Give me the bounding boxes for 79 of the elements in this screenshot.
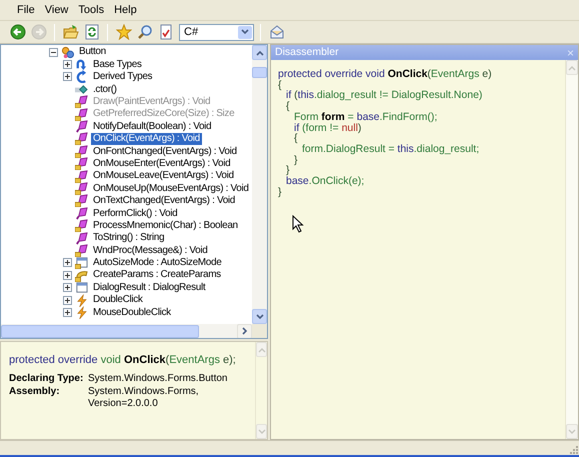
back-icon (10, 24, 26, 40)
vertical-scrollbar[interactable] (252, 45, 267, 324)
language-select[interactable]: C# (179, 24, 254, 40)
collapse-icon[interactable] (49, 48, 58, 57)
tree-item[interactable]: Derived Types (91, 71, 154, 83)
code-line: form.DialogResult = this.dialog_result; (302, 144, 480, 155)
tree-item[interactable]: NotifyDefault(Boolean) : Void (91, 120, 214, 132)
expand-icon[interactable] (63, 308, 72, 317)
tree-item[interactable]: WndProc(Message&) : Void (91, 244, 210, 256)
expand-icon[interactable] (63, 296, 72, 304)
code-line: { (278, 80, 282, 90)
code-line: { (294, 133, 298, 144)
expand-icon[interactable] (63, 258, 72, 268)
menu-item[interactable]: File (12, 2, 40, 18)
code-line: { (286, 101, 290, 112)
tree-item[interactable]: Base Types (91, 58, 144, 70)
tree-item[interactable]: OnMouseLeave(EventArgs) : Void (91, 170, 236, 182)
tree-item[interactable]: Button (77, 46, 108, 58)
chevron-down-icon (256, 314, 264, 320)
code-line: base.OnClick(e); (286, 176, 364, 187)
menu-item[interactable]: Help (109, 2, 142, 18)
chevron-down-icon (258, 428, 266, 434)
star-icon (116, 24, 132, 40)
scroll-right-button[interactable] (237, 324, 252, 338)
menu-item[interactable]: View (40, 2, 74, 18)
code-line: Form form = base.FindForm(); (294, 112, 438, 123)
code-line: } (286, 165, 290, 176)
chevron-up-icon (256, 50, 264, 56)
tree-item[interactable]: .ctor() (91, 84, 119, 96)
chevron-up-icon (568, 64, 576, 70)
field-value: System.Windows.Forms.Button (88, 372, 228, 384)
field-label: Assembly: (9, 386, 61, 398)
tree-item[interactable]: ProcessMnemonic(Char) : Boolean (91, 220, 240, 232)
tree-item[interactable]: OnTextChanged(EventArgs) : Void (91, 195, 238, 207)
tree-item[interactable]: DoubleClick (91, 294, 145, 306)
refresh-icon (84, 24, 100, 40)
tree-item[interactable]: AutoSizeMode : AutoSizeMode (91, 257, 224, 269)
tree-item[interactable]: OnClick(EventArgs) : Void (91, 133, 202, 145)
panel-title: Disassembler (275, 44, 339, 60)
scroll-thumb[interactable] (1, 324, 199, 338)
document-icon (158, 24, 174, 40)
tree-item[interactable]: PerformClick() : Void (91, 208, 180, 220)
expand-icon[interactable] (63, 72, 72, 82)
chevron-right-icon (242, 327, 248, 335)
method-signature: protected override void OnClick(EventArgs e); (9, 353, 237, 368)
code-line: } (278, 186, 282, 198)
tree-item[interactable]: OnFontChanged(EventArgs) : Void (91, 146, 239, 158)
caret-icon (241, 29, 249, 35)
code-line: protected override void OnClick(EventArgs e) (278, 69, 492, 80)
search-icon (136, 24, 152, 40)
menu-item[interactable]: Tools (73, 2, 110, 18)
chevron-down-icon (568, 428, 576, 434)
code-line: if (form != null) (294, 122, 362, 134)
horizontal-scrollbar[interactable] (1, 324, 252, 338)
field-value: System.Windows.Forms, Version=2.0.0.0 (88, 386, 200, 410)
tree-item[interactable]: CreateParams : CreateParams (91, 269, 223, 281)
favorites-button[interactable] (114, 22, 133, 42)
scroll-thumb[interactable] (252, 67, 267, 78)
pointer-cursor-icon (292, 215, 304, 233)
scrollbar-corner (252, 324, 267, 338)
tree-item[interactable]: OnMouseUp(MouseEventArgs) : Void (91, 182, 251, 194)
resize-grip-icon[interactable] (568, 444, 579, 455)
expand-icon[interactable] (63, 283, 72, 292)
field-label: Declaring Type: (9, 372, 84, 384)
tree-item[interactable]: MouseDoubleClick (91, 306, 173, 318)
expand-icon[interactable] (63, 60, 72, 70)
scroll-up-button[interactable] (252, 45, 267, 60)
forward-icon (30, 24, 46, 40)
envelope-icon (268, 24, 284, 40)
code-line: if (this.dialog_result != DialogResult.None) (286, 90, 482, 102)
tree-item[interactable]: DialogResult : DialogResult (91, 282, 208, 294)
tree-item[interactable]: ToString() : String (91, 232, 166, 244)
back-button[interactable] (8, 22, 27, 42)
tree-item[interactable]: OnMouseEnter(EventArgs) : Void (91, 158, 232, 170)
chevron-up-icon (258, 346, 266, 352)
scroll-down-button[interactable] (252, 309, 267, 324)
folder-icon (62, 24, 78, 40)
code-line: } (294, 154, 298, 166)
expand-icon[interactable] (63, 270, 72, 280)
